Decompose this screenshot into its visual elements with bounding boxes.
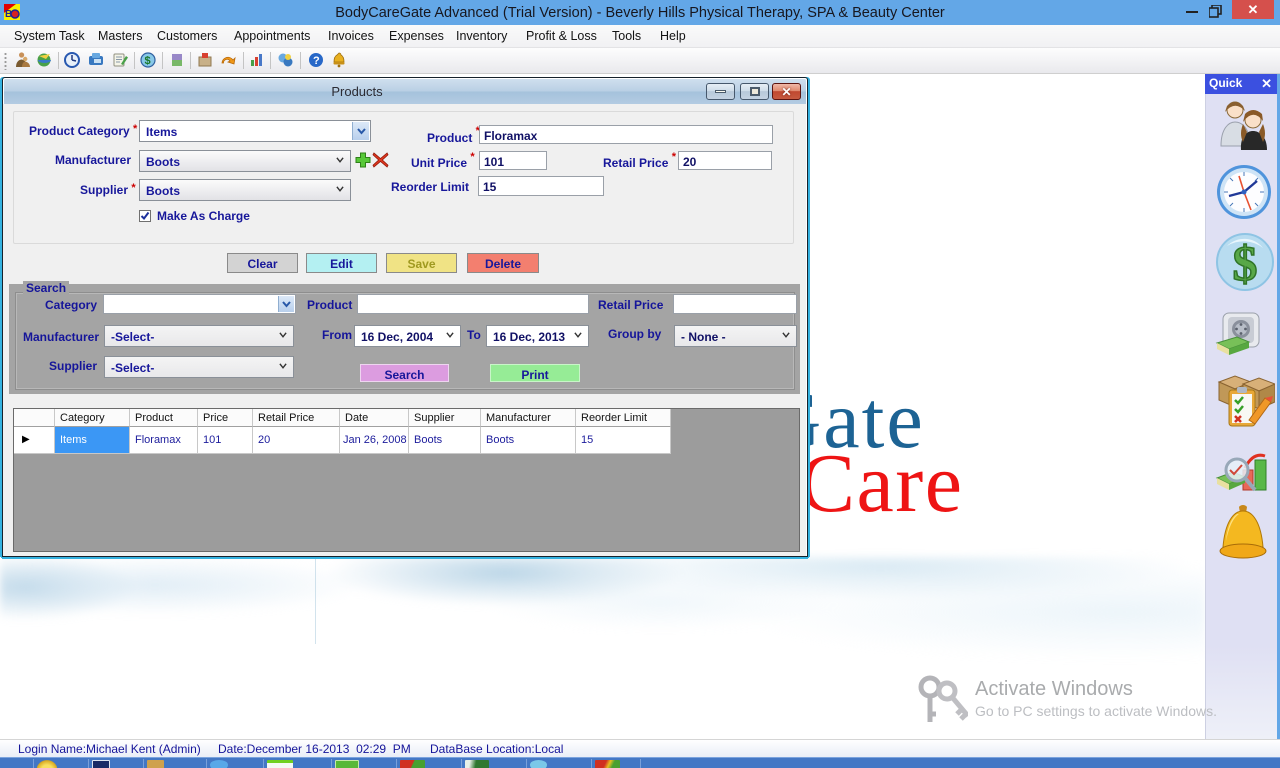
svg-text:?: ? bbox=[313, 55, 320, 67]
svg-text:$: $ bbox=[1233, 235, 1258, 291]
svg-text:$: $ bbox=[145, 55, 151, 67]
